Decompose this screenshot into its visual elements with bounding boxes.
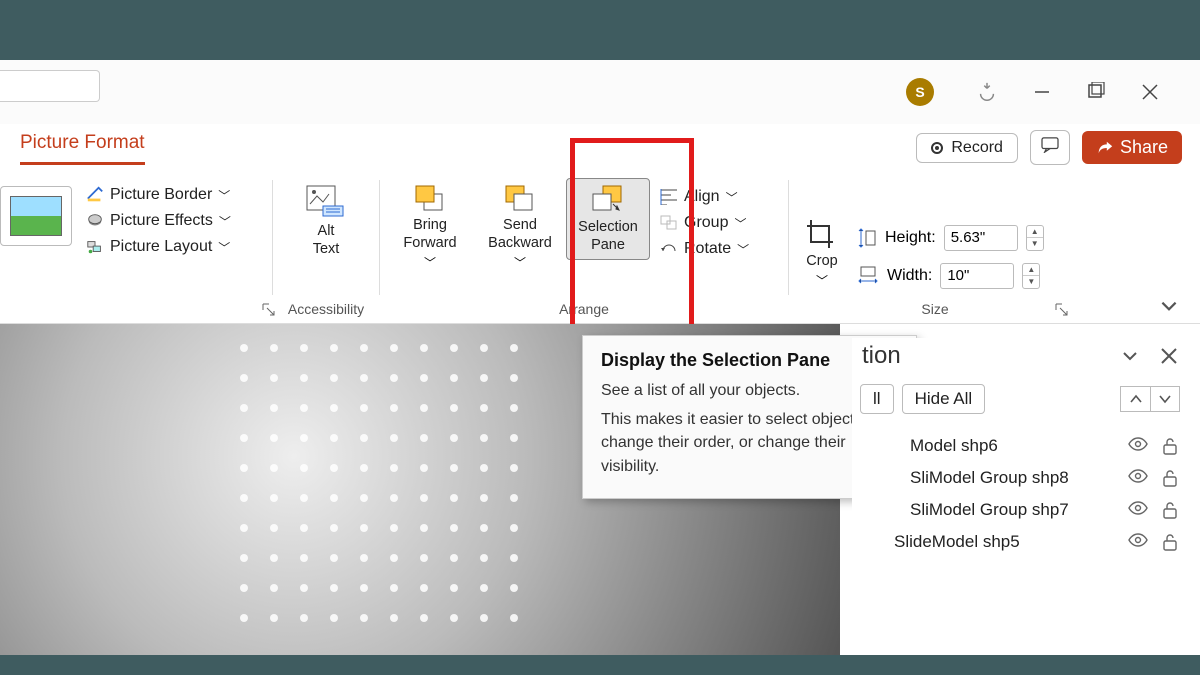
width-input[interactable] bbox=[940, 263, 1014, 289]
chevron-down-icon[interactable] bbox=[1120, 346, 1140, 366]
shape-list-item[interactable]: SliModel Group shp8 bbox=[858, 462, 1182, 494]
close-icon[interactable] bbox=[1160, 347, 1178, 365]
eye-icon[interactable] bbox=[1128, 469, 1148, 483]
close-button[interactable] bbox=[1140, 82, 1160, 102]
chevron-down-icon: ﹀ bbox=[726, 189, 738, 206]
ribbon-body: Picture Border﹀ Picture Effects﹀ Picture… bbox=[0, 172, 1200, 324]
crop-button[interactable]: Crop﹀ bbox=[793, 212, 851, 289]
height-input[interactable] bbox=[944, 225, 1018, 251]
align-button[interactable]: Align﹀ bbox=[656, 188, 753, 206]
alt-text-button[interactable]: Alt Text bbox=[288, 178, 364, 258]
lock-icon[interactable] bbox=[1162, 501, 1178, 519]
group-button: Group﹀ bbox=[656, 214, 753, 232]
titlebar: S bbox=[0, 60, 1200, 124]
height-icon bbox=[857, 227, 877, 249]
share-button[interactable]: Share bbox=[1082, 131, 1182, 164]
mic-icon[interactable] bbox=[976, 81, 998, 103]
comments-button[interactable] bbox=[1030, 130, 1070, 165]
picture-effects-button[interactable]: Picture Effects﹀ bbox=[82, 210, 235, 232]
chevron-down-icon: ﹀ bbox=[737, 241, 749, 258]
width-spinner[interactable]: ▲▼ bbox=[1022, 263, 1040, 289]
app-window: S Picture Format Record Share Picture Bo… bbox=[0, 60, 1200, 655]
send-backward-button[interactable]: Send Backward﹀ bbox=[474, 178, 566, 271]
chevron-down-icon: ﹀ bbox=[734, 215, 746, 232]
rotate-button[interactable]: Rotate﹀ bbox=[656, 240, 753, 258]
picture-border-button[interactable]: Picture Border﹀ bbox=[82, 184, 235, 206]
height-spinner[interactable]: ▲▼ bbox=[1026, 225, 1044, 251]
picture-style-gallery[interactable] bbox=[0, 186, 72, 246]
dialog-launcher-icon[interactable] bbox=[1055, 303, 1071, 319]
maximize-button[interactable] bbox=[1086, 82, 1106, 102]
record-icon bbox=[931, 142, 943, 154]
chevron-down-icon: ﹀ bbox=[424, 254, 436, 271]
user-avatar[interactable]: S bbox=[906, 78, 934, 106]
lock-icon[interactable] bbox=[1162, 469, 1178, 487]
shape-list-item[interactable]: SlideModel shp5 bbox=[858, 526, 1182, 558]
chevron-down-icon: ﹀ bbox=[218, 239, 230, 256]
eye-icon[interactable] bbox=[1128, 501, 1148, 515]
bring-forward-button[interactable]: Bring Forward﹀ bbox=[386, 178, 474, 271]
shape-list-item[interactable]: SliModel Group shp7 bbox=[858, 494, 1182, 526]
group-arrange: Bring Forward﹀ Send Backward﹀ Selection … bbox=[380, 172, 788, 323]
lock-icon[interactable] bbox=[1162, 533, 1178, 551]
eye-icon[interactable] bbox=[1128, 437, 1148, 451]
group-picture-styles: Picture Border﹀ Picture Effects﹀ Picture… bbox=[0, 172, 272, 323]
group-accessibility: Alt Text Accessibility bbox=[273, 172, 379, 323]
height-row: Height: ▲▼ bbox=[857, 225, 1044, 251]
hide-all-button[interactable]: Hide All bbox=[902, 384, 986, 414]
group-size: Crop﹀ Height: ▲▼ Width: ▲▼ Size bbox=[789, 172, 1081, 323]
width-row: Width: ▲▼ bbox=[857, 263, 1044, 289]
chevron-down-icon: ﹀ bbox=[514, 254, 526, 271]
pane-title: tion bbox=[862, 342, 901, 370]
move-up-button[interactable] bbox=[1120, 386, 1150, 412]
minimize-button[interactable] bbox=[1032, 82, 1052, 102]
chevron-down-icon: ﹀ bbox=[218, 187, 230, 204]
shape-list-item[interactable]: Model shp6 bbox=[858, 430, 1182, 462]
width-icon bbox=[857, 266, 879, 286]
lock-icon[interactable] bbox=[1162, 437, 1178, 455]
selection-pane-button[interactable]: Selection Pane bbox=[566, 178, 650, 260]
shape-list: Model shp6SliModel Group shp8SliModel Gr… bbox=[858, 426, 1182, 558]
move-down-button[interactable] bbox=[1150, 386, 1180, 412]
collapse-ribbon-icon[interactable] bbox=[1158, 295, 1180, 317]
chevron-down-icon: ﹀ bbox=[219, 213, 231, 230]
selection-pane-panel: tion ll Hide All Model shp6SliModel Grou… bbox=[852, 338, 1188, 655]
show-all-button[interactable]: ll bbox=[860, 384, 894, 414]
record-button[interactable]: Record bbox=[916, 133, 1018, 163]
chevron-down-icon: ﹀ bbox=[816, 272, 828, 289]
tab-picture-format[interactable]: Picture Format bbox=[20, 128, 145, 165]
picture-layout-button[interactable]: Picture Layout﹀ bbox=[82, 236, 235, 258]
title-input[interactable] bbox=[0, 70, 100, 102]
ribbon-tabs: Picture Format bbox=[20, 128, 145, 165]
ribbon-actions: Record Share bbox=[916, 130, 1182, 165]
eye-icon[interactable] bbox=[1128, 533, 1148, 547]
